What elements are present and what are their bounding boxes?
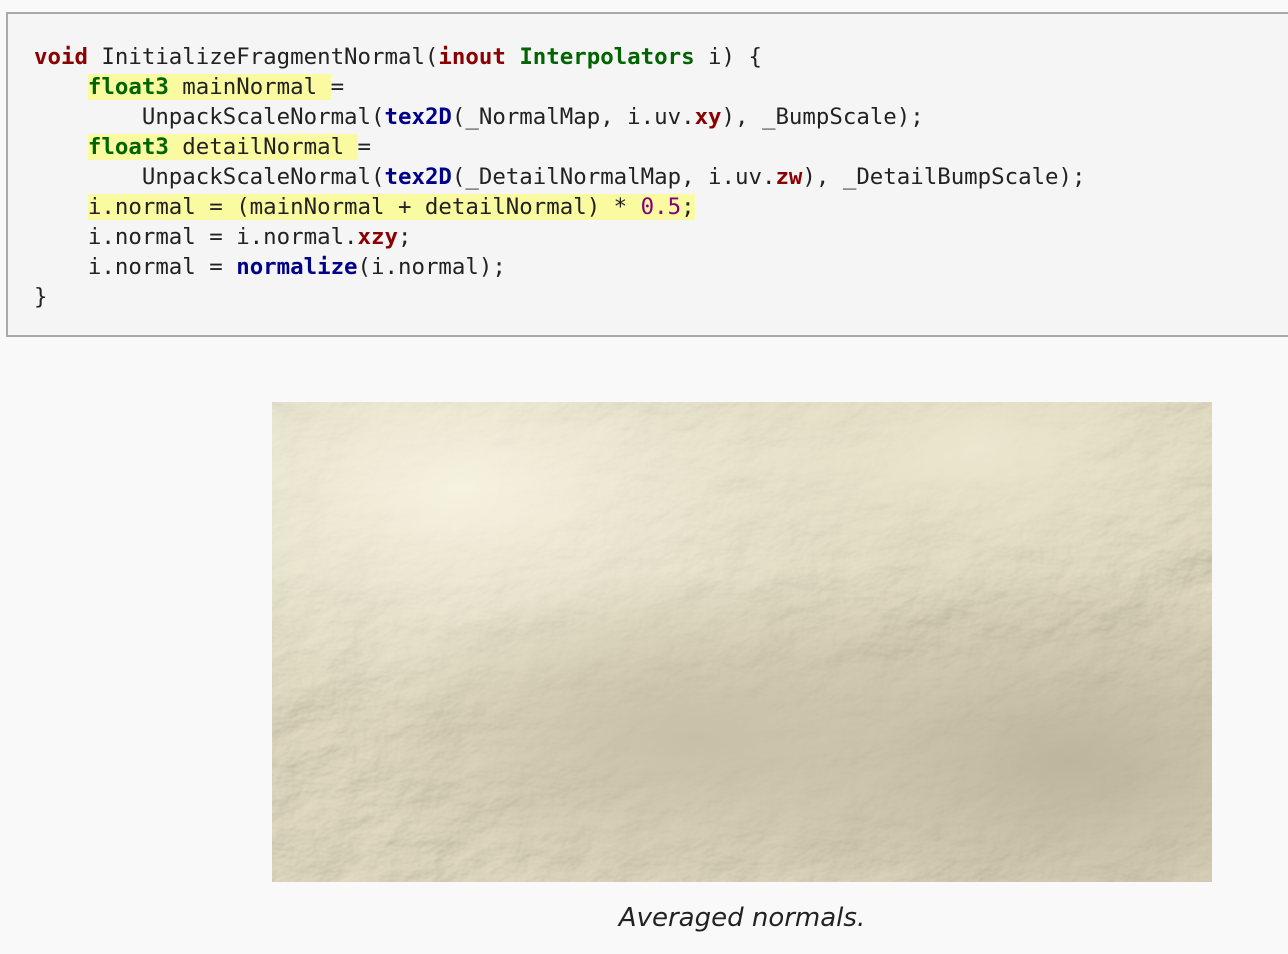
code-token: Interpolators [519,44,695,70]
code-token: (_NormalMap, i.uv. [451,104,695,130]
code-token: i.normal = (mainNormal + detailNormal) * [87,194,641,220]
code-token: ; [397,224,412,250]
code-line: i.normal = (mainNormal + detailNormal) *… [34,192,695,222]
code-token: void [34,44,88,70]
code-token: xzy [357,224,398,250]
code-token: zw [775,164,803,190]
averaged-normals-image [272,402,1212,882]
code-token: i) { [694,44,762,70]
code-token: detailNormal [168,134,358,160]
code-token: i.normal = i.normal. [34,224,358,250]
code-token: xy [694,104,722,130]
code-line: float3 detailNormal = [34,132,371,162]
code-token: ; [681,194,695,220]
code-token: UnpackScaleNormal( [34,164,385,190]
code-token: } [34,284,48,310]
code-token: ), _BumpScale); [721,104,924,130]
code-token: ), _DetailBumpScale); [802,164,1086,190]
code-line: float3 mainNormal = [34,72,344,102]
code-token: (i.normal); [357,254,506,280]
code-line: i.normal = normalize(i.normal); [34,252,506,282]
figure-caption: Averaged normals. [618,903,866,933]
code-token: 0.5 [640,194,682,220]
code-token: InitializeFragmentNormal( [87,44,439,70]
code-token: float3 [87,134,169,160]
code-block: void InitializeFragmentNormal(inout Inte… [6,12,1288,337]
code-line: i.normal = i.normal.xzy; [34,222,412,252]
code-line: void InitializeFragmentNormal(inout Inte… [34,42,762,72]
code-token: mainNormal [168,74,331,100]
code-token: i.normal = [34,254,237,280]
code-line: UnpackScaleNormal(tex2D(_DetailNormalMap… [34,162,1086,192]
code-token: (_DetailNormalMap, i.uv. [451,164,776,190]
code-token: float3 [87,74,169,100]
code-token: normalize [236,254,358,280]
code-token: UnpackScaleNormal( [34,104,385,130]
code-token: = [330,74,345,100]
code-token: inout [438,44,506,70]
code-token: tex2D [384,104,452,130]
code-token: = [357,134,372,160]
code-token: tex2D [384,164,452,190]
code-line: } [34,282,47,312]
code-line: UnpackScaleNormal(tex2D(_NormalMap, i.uv… [34,102,924,132]
